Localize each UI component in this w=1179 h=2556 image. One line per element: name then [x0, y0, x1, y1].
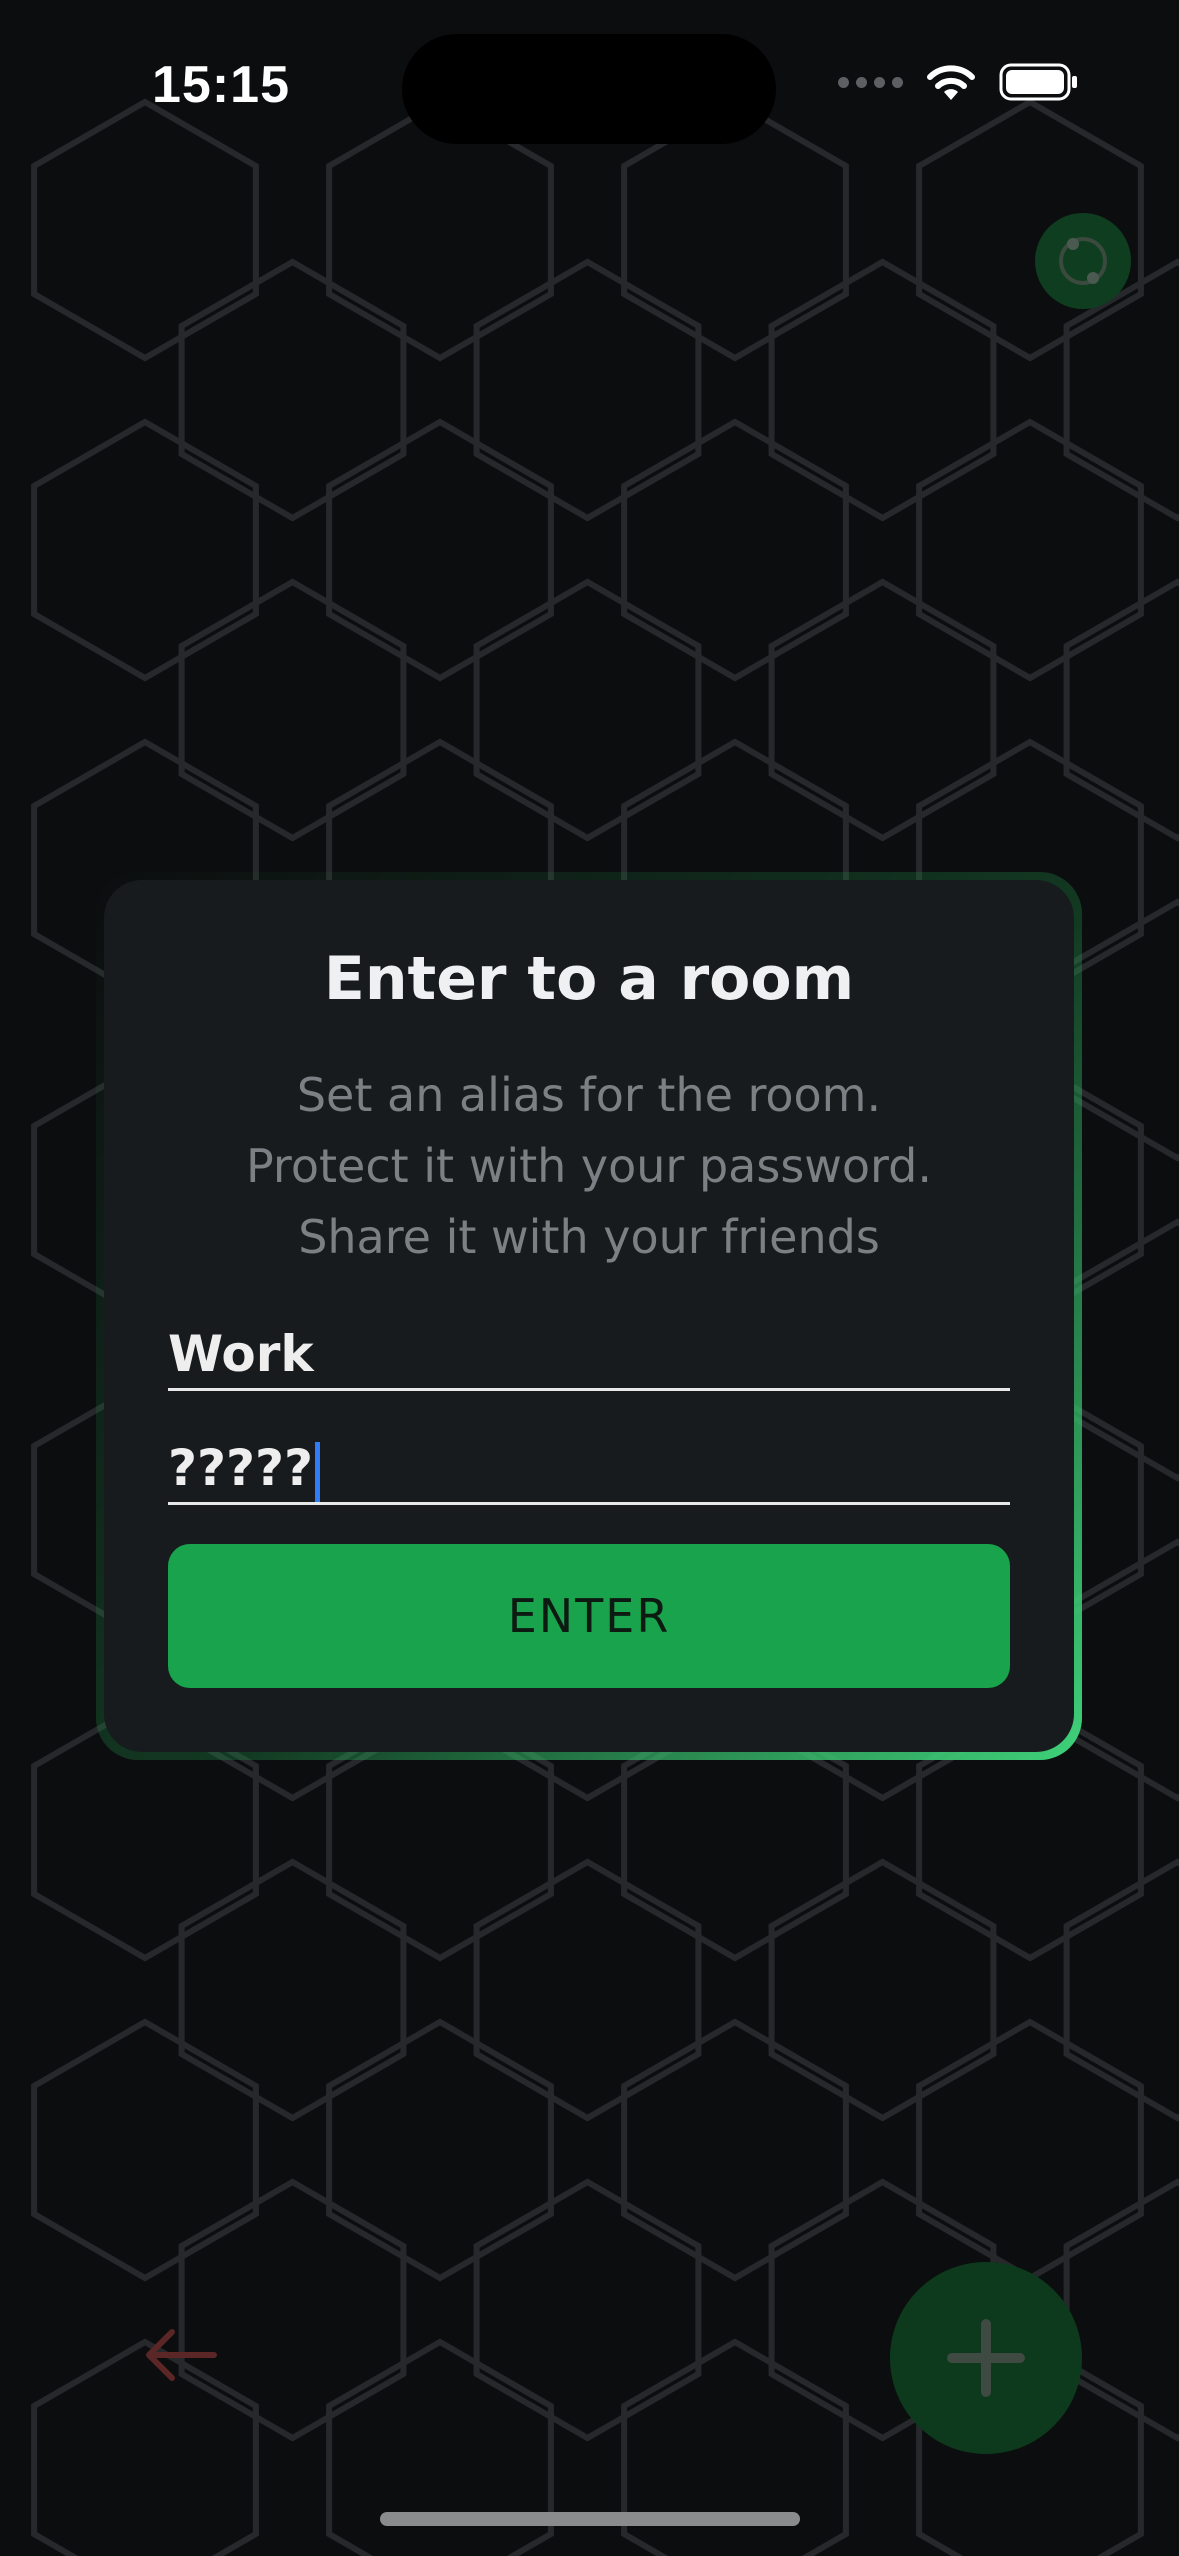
home-indicator — [380, 2512, 800, 2526]
hexagon-shape — [31, 98, 259, 362]
hexagon-shape — [178, 1858, 407, 2122]
hexagon-shape — [768, 1858, 997, 2122]
hexagon-shape — [31, 418, 259, 682]
hexagon-shape — [768, 258, 997, 522]
signal-icon — [838, 76, 903, 88]
alias-input[interactable]: Work — [168, 1320, 1010, 1391]
back-button[interactable] — [140, 2320, 220, 2390]
hexagon-shape — [473, 1858, 702, 2122]
status-time: 15:15 — [152, 56, 290, 114]
status-icons — [838, 62, 1079, 102]
sync-icon — [1059, 237, 1107, 285]
hexagon-shape — [621, 2018, 849, 2282]
alias-value: Work — [168, 1325, 314, 1383]
hexagon-shape — [916, 2018, 1144, 2282]
wifi-icon — [927, 65, 975, 100]
hexagon-shape — [178, 578, 407, 842]
hexagon-shape — [326, 418, 554, 682]
hexagon-shape — [768, 578, 997, 842]
password-input[interactable]: ????? — [168, 1434, 1010, 1505]
text-caret — [315, 1441, 321, 1502]
enter-button[interactable]: ENTER — [168, 1544, 1010, 1688]
dynamic-island — [402, 34, 776, 144]
sync-button[interactable] — [1035, 213, 1131, 309]
hexagon-shape — [621, 418, 849, 682]
hexagon-shape — [1063, 578, 1179, 842]
description-line: Share it with your friends — [298, 1210, 880, 1264]
hexagon-shape — [326, 2018, 554, 2282]
enter-room-dialog: Enter to a room Set an alias for the roo… — [104, 880, 1074, 1752]
hexagon-shape — [178, 2178, 407, 2442]
hexagon-shape — [1063, 1218, 1179, 1482]
add-room-button[interactable] — [890, 2262, 1082, 2454]
hexagon-shape — [31, 2018, 259, 2282]
arrow-left-icon — [146, 2329, 217, 2381]
hexagon-shape — [473, 578, 702, 842]
dialog-title: Enter to a room — [323, 944, 855, 1014]
hexagon-shape — [473, 258, 702, 522]
hexagon-shape — [1063, 1538, 1179, 1802]
description-line: Set an alias for the room. — [296, 1068, 882, 1122]
hexagon-shape — [1063, 1858, 1179, 2122]
battery-icon — [999, 63, 1077, 101]
hexagon-shape — [916, 418, 1144, 682]
description-line: Protect it with your password. — [246, 1139, 932, 1193]
hexagon-shape — [1063, 898, 1179, 1162]
password-value: ????? — [168, 1439, 314, 1497]
plus-icon — [947, 2319, 1025, 2397]
dialog-description: Set an alias for the room. Protect it wi… — [104, 1060, 1074, 1273]
hexagon-shape — [1063, 2178, 1179, 2442]
hexagon-shape — [178, 258, 407, 522]
hexagon-shape — [473, 2178, 702, 2442]
